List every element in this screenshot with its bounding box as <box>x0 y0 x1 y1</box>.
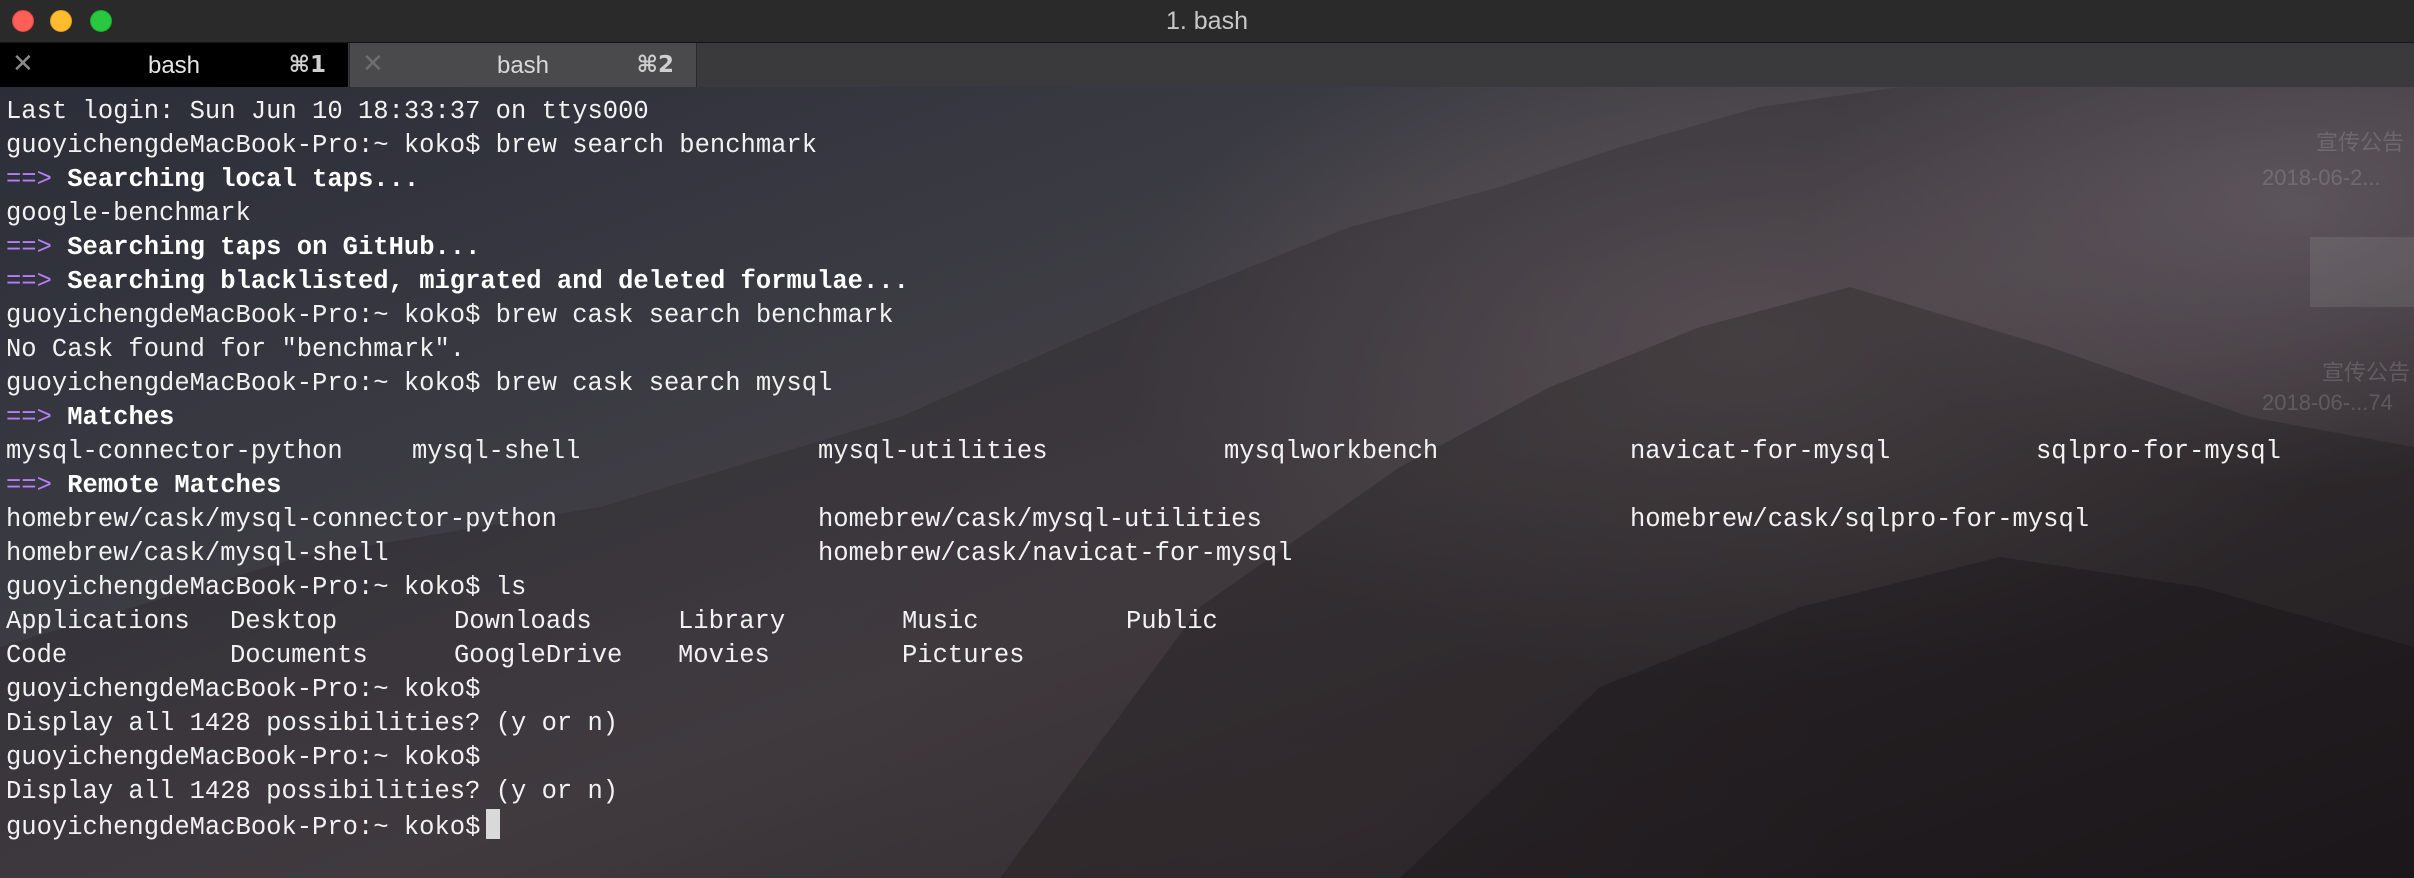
match-item: mysql-shell <box>412 437 581 466</box>
heading-line: ==> Searching blacklisted, migrated and … <box>6 265 2414 299</box>
remote-match-item: homebrew/cask/mysql-connector-python <box>6 505 557 534</box>
ls-item: Downloads <box>454 607 592 636</box>
output-line: google-benchmark <box>6 199 251 228</box>
window-title: 1. bash <box>1165 7 1248 35</box>
ls-item: Code <box>6 641 68 670</box>
match-item: navicat-for-mysql <box>1630 437 1891 466</box>
command-line: guoyichengdeMacBook-Pro:~ koko$ ls <box>6 573 527 602</box>
heading-text: Matches <box>67 403 175 432</box>
title-bar: 1. bash <box>0 0 2414 43</box>
heading-text: Remote Matches <box>67 471 282 500</box>
command-line: guoyichengdeMacBook-Pro:~ koko$ brew cas… <box>6 369 833 398</box>
active-prompt-line[interactable]: guoyichengdeMacBook-Pro:~ koko$ <box>6 809 2414 843</box>
ls-item: Music <box>902 607 979 636</box>
ls-row: Applications Desktop Downloads Library M… <box>6 605 2414 639</box>
tab-shortcut: ⌘1 <box>288 52 326 78</box>
login-line: Last login: Sun Jun 10 18:33:37 on ttys0… <box>6 97 649 126</box>
terminal-window: 1. bash ✕ bash ⌘1 ✕ bash ⌘2 宣传公告 2018-06… <box>0 0 2414 878</box>
prompt-line: guoyichengdeMacBook-Pro:~ koko$ <box>6 675 481 704</box>
arrow-marker: ==> <box>6 233 52 262</box>
heading-text: Searching taps on GitHub... <box>67 233 481 262</box>
arrow-marker: ==> <box>6 165 52 194</box>
terminal-content[interactable]: 宣传公告 2018-06-2... 宣传公告 2018-06-...74 Las… <box>0 87 2414 878</box>
tab-bar: ✕ bash ⌘1 ✕ bash ⌘2 <box>0 43 2414 87</box>
ls-item: Desktop <box>230 607 338 636</box>
output-line: No Cask found for "benchmark". <box>6 335 466 364</box>
heading-line: ==> Searching local taps... <box>6 163 2414 197</box>
match-item: mysqlworkbench <box>1224 437 1439 466</box>
command-line: guoyichengdeMacBook-Pro:~ koko$ brew sea… <box>6 131 818 160</box>
heading-text: Searching local taps... <box>67 165 420 194</box>
heading-text: Searching blacklisted, migrated and dele… <box>67 267 909 296</box>
ls-item: Applications <box>6 607 190 636</box>
ls-item: Library <box>678 607 786 636</box>
remote-match-item: homebrew/cask/navicat-for-mysql <box>818 539 1293 568</box>
tab-bash-2[interactable]: ✕ bash ⌘2 <box>349 43 697 87</box>
tab-shortcut: ⌘2 <box>636 52 674 78</box>
prompt-text: guoyichengdeMacBook-Pro:~ koko$ <box>6 813 481 842</box>
ls-item: Pictures <box>902 641 1025 670</box>
heading-line: ==> Matches <box>6 401 2414 435</box>
prompt-line: guoyichengdeMacBook-Pro:~ koko$ <box>6 743 481 772</box>
tab-bash-1[interactable]: ✕ bash ⌘1 <box>0 43 348 87</box>
remote-matches-row: homebrew/cask/mysql-shell homebrew/cask/… <box>6 537 2414 571</box>
remote-match-item: homebrew/cask/sqlpro-for-mysql <box>1630 505 2090 534</box>
remote-match-item: homebrew/cask/mysql-shell <box>6 539 389 568</box>
output-line: Display all 1428 possibilities? (y or n) <box>6 777 619 806</box>
match-item: mysql-connector-python <box>6 437 343 466</box>
ls-item: GoogleDrive <box>454 641 623 670</box>
heading-line: ==> Remote Matches <box>6 469 2414 503</box>
ls-item: Public <box>1126 607 1218 636</box>
arrow-marker: ==> <box>6 267 52 296</box>
match-item: sqlpro-for-mysql <box>2036 437 2281 466</box>
terminal-output: Last login: Sun Jun 10 18:33:37 on ttys0… <box>6 95 2414 843</box>
text-cursor <box>486 809 501 839</box>
match-item: mysql-utilities <box>818 437 1048 466</box>
command-line: guoyichengdeMacBook-Pro:~ koko$ brew cas… <box>6 301 894 330</box>
ls-row: Code Documents GoogleDrive Movies Pictur… <box>6 639 2414 673</box>
remote-matches-row: homebrew/cask/mysql-connector-python hom… <box>6 503 2414 537</box>
ls-item: Documents <box>230 641 368 670</box>
arrow-marker: ==> <box>6 403 52 432</box>
output-line: Display all 1428 possibilities? (y or n) <box>6 709 619 738</box>
arrow-marker: ==> <box>6 471 52 500</box>
ls-item: Movies <box>678 641 770 670</box>
remote-match-item: homebrew/cask/mysql-utilities <box>818 505 1262 534</box>
heading-line: ==> Searching taps on GitHub... <box>6 231 2414 265</box>
matches-row: mysql-connector-python mysql-shell mysql… <box>6 435 2414 469</box>
